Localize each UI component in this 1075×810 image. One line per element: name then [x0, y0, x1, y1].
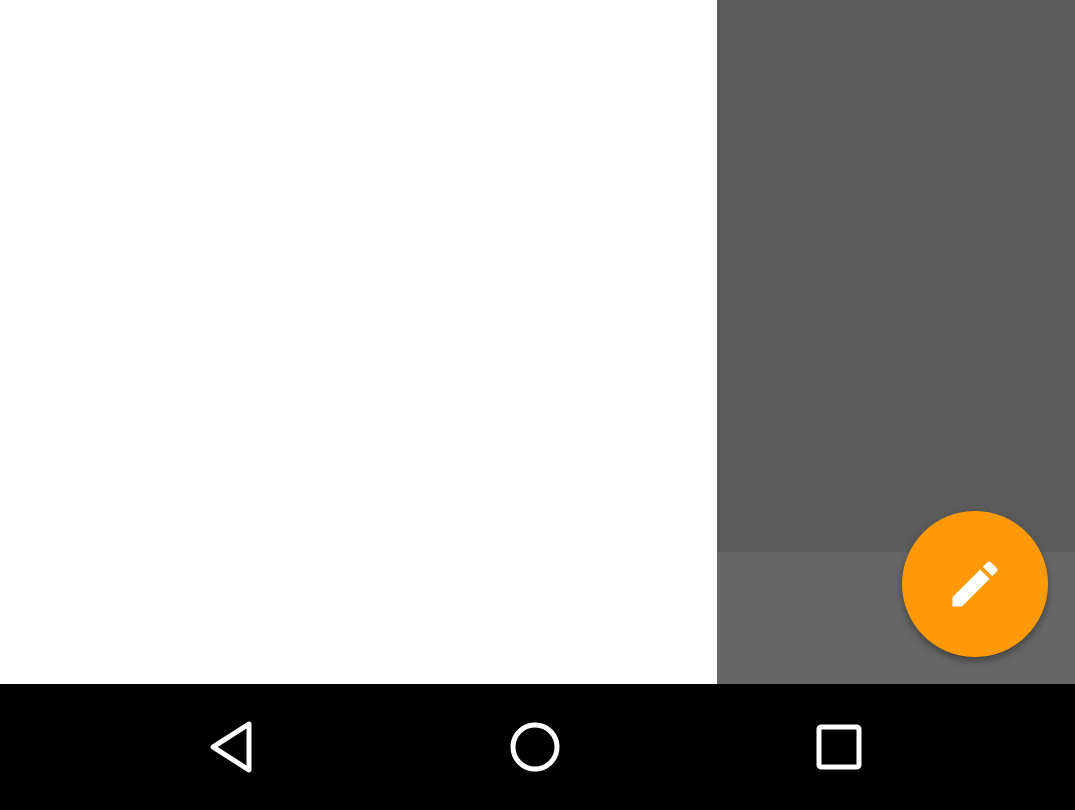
recents-square-icon [816, 724, 862, 770]
back-button[interactable] [172, 684, 292, 810]
pencil-icon [952, 561, 998, 607]
compose-fab-button[interactable] [902, 511, 1048, 657]
system-navigation-bar [0, 684, 1075, 810]
navigation-drawer [0, 0, 717, 684]
back-triangle-icon [210, 721, 252, 773]
home-circle-icon [510, 722, 560, 772]
home-button[interactable] [475, 684, 595, 810]
recents-button[interactable] [779, 684, 899, 810]
drawer-scrim[interactable] [717, 0, 1075, 552]
